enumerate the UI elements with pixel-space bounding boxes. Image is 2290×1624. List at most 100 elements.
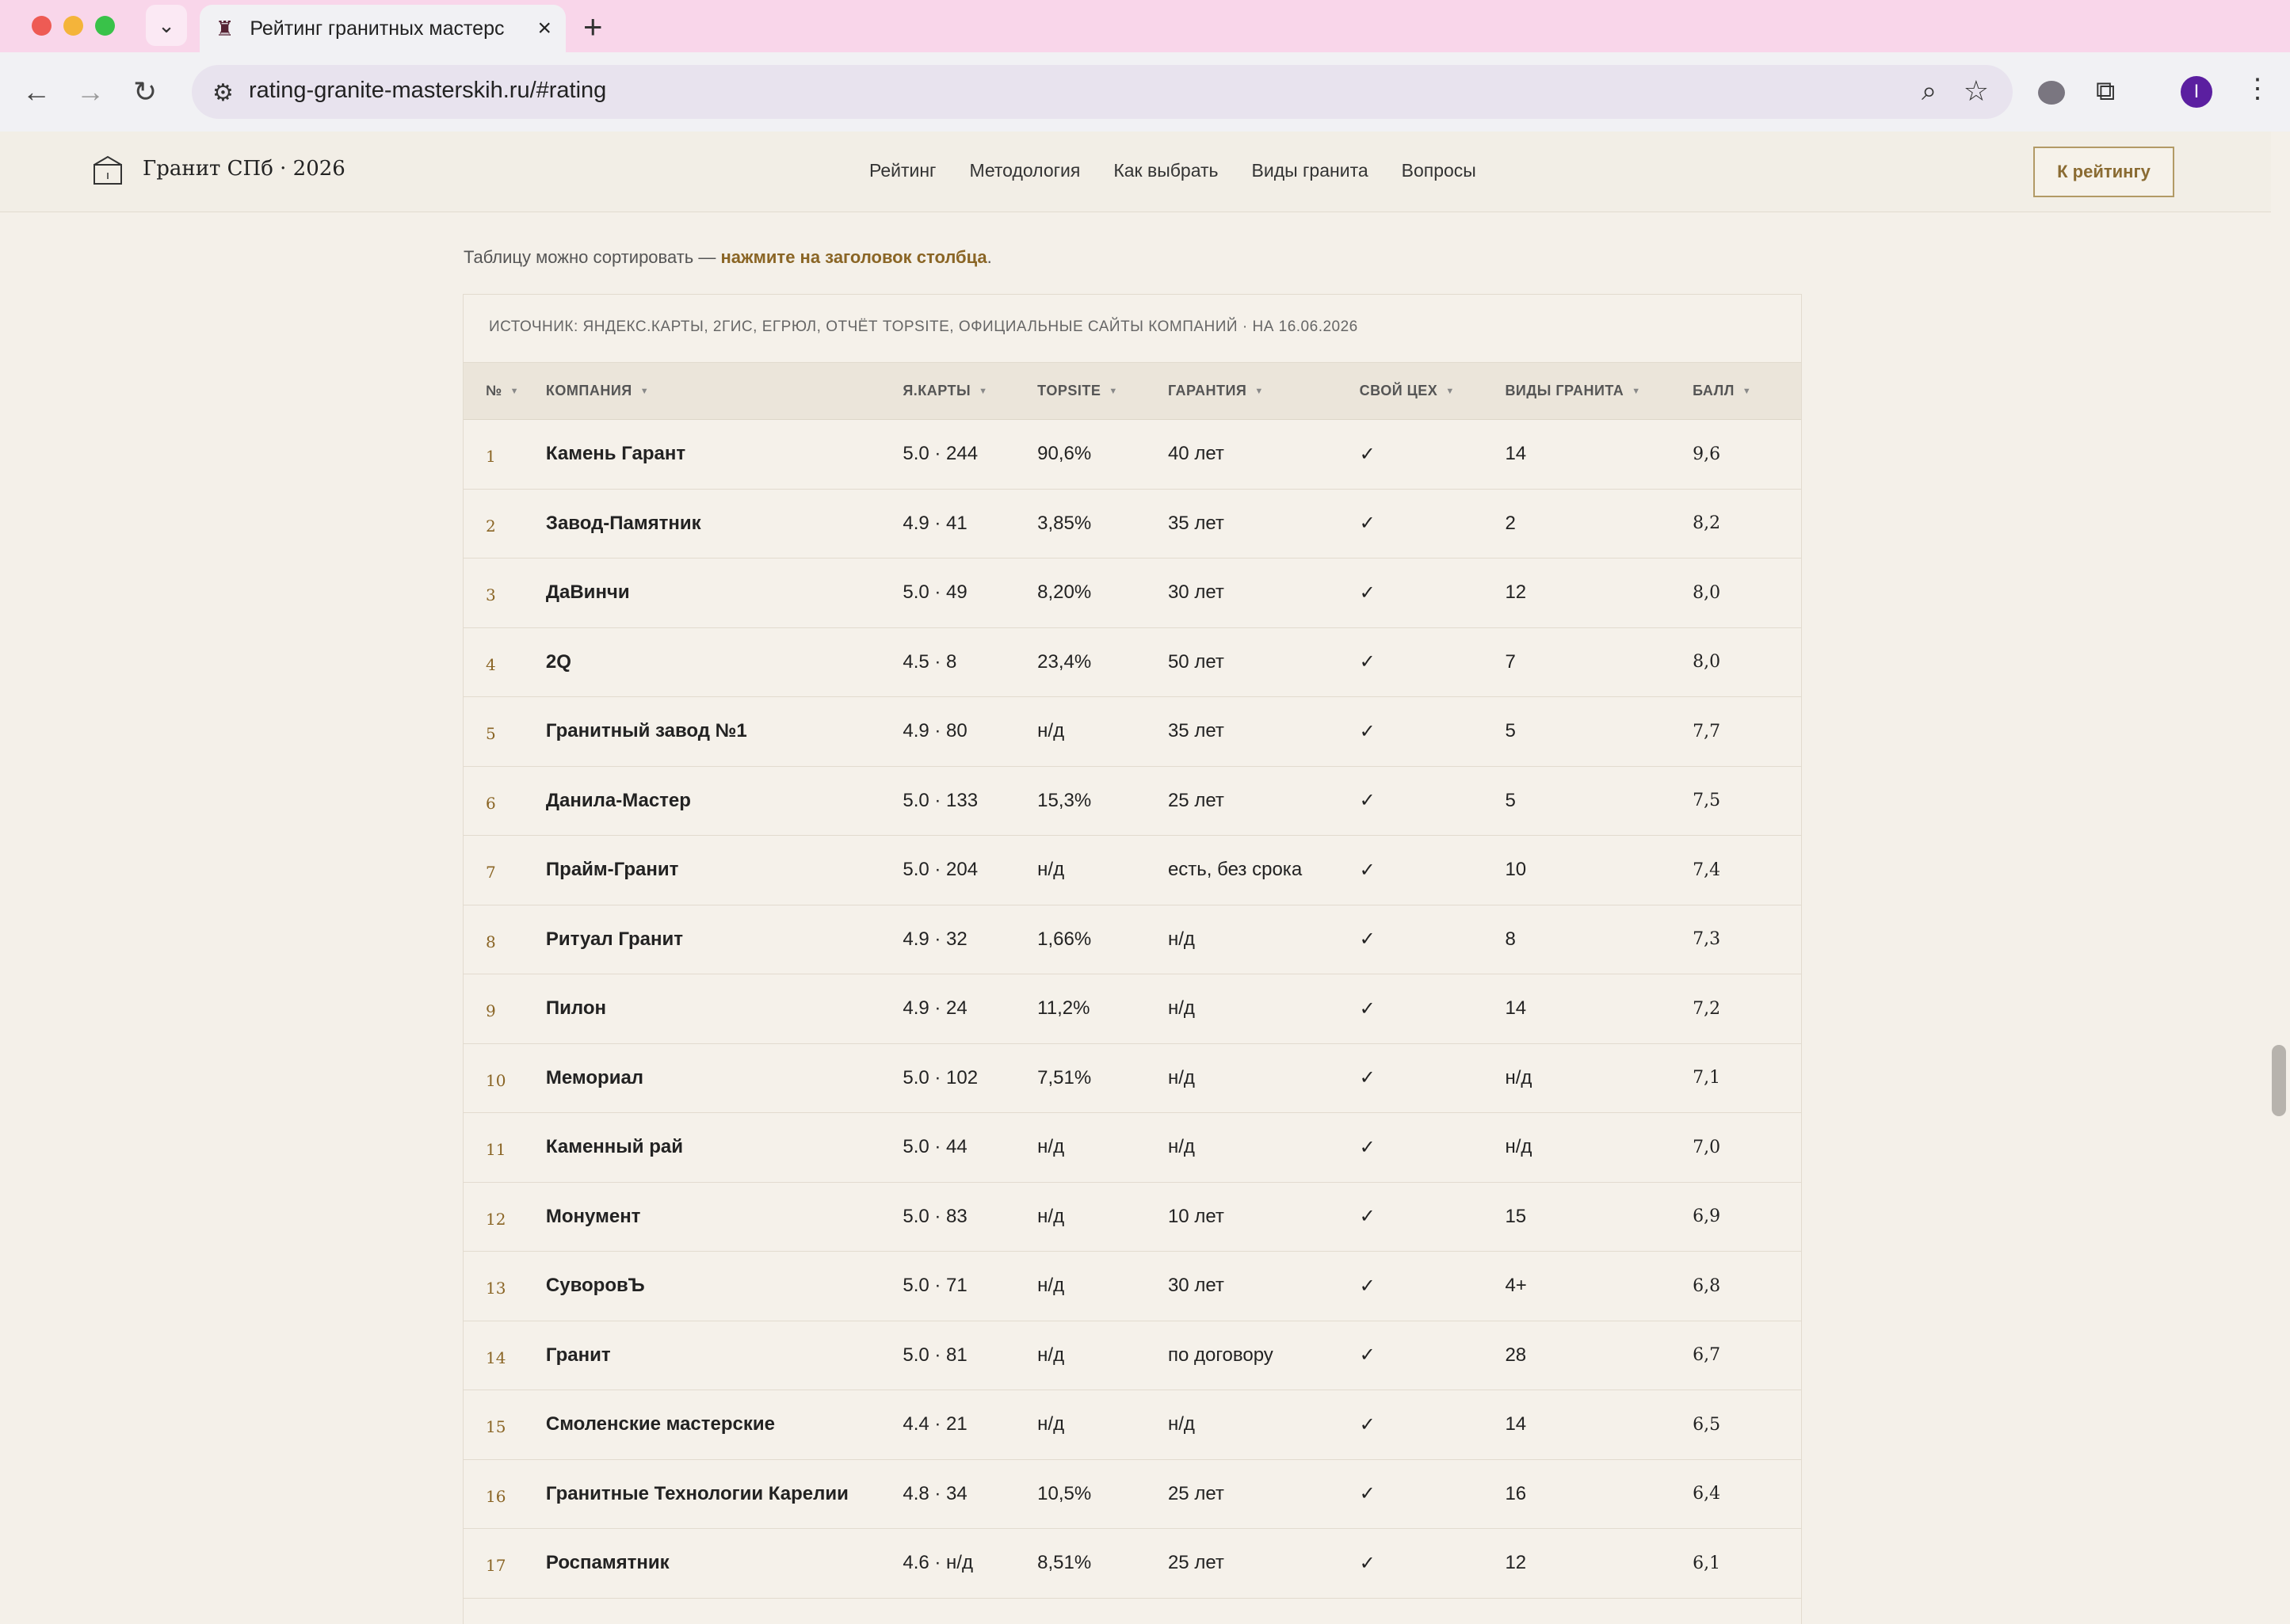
col-header-score[interactable]: БАЛЛ ▼	[1693, 383, 1801, 399]
row-number: 8	[486, 932, 496, 951]
tab-close-icon[interactable]: ×	[537, 15, 552, 42]
warranty: н/д	[1167, 1066, 1195, 1088]
browser-tab[interactable]: ♜ Рейтинг гранитных мастерс ×	[200, 5, 566, 52]
sort-arrow-icon: ▼	[1254, 386, 1264, 396]
table-row: 14 Гранит 5.0 · 81 н/д по договору ✓ 28 6,7	[464, 1321, 1801, 1390]
scrollbar-thumb[interactable]	[2272, 1045, 2286, 1116]
ymaps-rating: 5.0 · 102	[903, 1066, 979, 1088]
topsite-share: н/д	[1037, 1275, 1065, 1297]
sort-arrow-icon: ▼	[1445, 386, 1455, 396]
warranty: 35 лет	[1167, 512, 1224, 534]
bookmark-star-icon[interactable]: ☆	[1964, 74, 1989, 108]
row-number: 7	[486, 863, 496, 883]
warranty: н/д	[1167, 1136, 1195, 1158]
logo-icon[interactable]	[91, 154, 124, 187]
nav-item-rating[interactable]: Рейтинг	[869, 160, 936, 181]
back-arrow-icon[interactable]: ←	[22, 78, 51, 106]
site-logo-text[interactable]: Гранит СПб · 2026	[143, 157, 345, 181]
table-row: 2 Завод-Памятник 4.9 · 41 3,85% 35 лет ✓ 2 8,2	[464, 490, 1801, 558]
score: 8,0	[1693, 582, 1721, 603]
table-row: 1 Камень Гарант 5.0 · 244 90,6% 40 лет ✓ 14 9,6	[464, 420, 1801, 490]
company-name: Ритуал Гранит	[545, 928, 684, 950]
col-header-topsite[interactable]: TOPSITE ▼	[1037, 383, 1168, 399]
window-maximize-button[interactable]	[95, 16, 115, 36]
topsite-share: 3,85%	[1037, 512, 1092, 534]
col-header-workshop[interactable]: СВОЙ ЦЕХ ▼	[1360, 383, 1506, 399]
col-header-granite-types[interactable]: ВИДЫ ГРАНИТА ▼	[1505, 383, 1693, 399]
page-scrollbar[interactable]	[2271, 132, 2290, 1624]
warranty: 25 лет	[1167, 1552, 1224, 1574]
reload-icon[interactable]: ↻	[133, 78, 157, 106]
profile-avatar[interactable]: I	[2181, 76, 2212, 108]
sort-arrow-icon: ▼	[510, 386, 519, 396]
row-number: 4	[486, 654, 496, 674]
own-workshop-check: ✓	[1359, 997, 1376, 1020]
to-rating-button[interactable]: К рейтингу	[2033, 147, 2174, 197]
granite-types-count: 7	[1505, 650, 1516, 673]
nav-item-methodology[interactable]: Методология	[969, 160, 1080, 181]
own-workshop-check: ✓	[1359, 1413, 1376, 1435]
sort-arrow-icon: ▼	[1742, 386, 1752, 396]
score: 9,6	[1693, 444, 1721, 464]
col-header-granite-types-label: ВИДЫ ГРАНИТА	[1505, 383, 1624, 398]
zoom-icon[interactable]: ⌕	[1922, 76, 1937, 107]
nav-item-granite-types[interactable]: Виды гранита	[1252, 160, 1368, 181]
score: 7,5	[1693, 791, 1721, 811]
company-name: СуворовЪ	[545, 1275, 645, 1297]
warranty: по договору	[1167, 1344, 1273, 1366]
topsite-share: 8,20%	[1037, 581, 1092, 604]
nav-item-faq[interactable]: Вопросы	[1402, 160, 1476, 181]
granite-types-count: 12	[1505, 581, 1527, 604]
topsite-share: 10,5%	[1037, 1482, 1092, 1504]
sort-arrow-icon: ▼	[1632, 386, 1641, 396]
ymaps-rating: 4.9 · 32	[903, 928, 968, 950]
warranty: 30 лет	[1167, 1275, 1224, 1297]
extension-icon[interactable]	[2038, 81, 2065, 105]
nav-item-how-to-choose[interactable]: Как выбрать	[1113, 160, 1218, 181]
ymaps-rating: 4.5 · 8	[903, 650, 957, 673]
ymaps-rating: 4.9 · 41	[903, 512, 968, 534]
browser-menu-icon[interactable]: ⋮	[2244, 73, 2271, 105]
url-text[interactable]: rating-granite-masterskih.ru/#rating	[249, 78, 606, 104]
score: 7,4	[1693, 860, 1721, 880]
site-settings-icon[interactable]: ⚙	[212, 79, 234, 107]
tab-search-button[interactable]: ⌄	[146, 5, 187, 46]
col-header-warranty[interactable]: ГАРАНТИЯ ▼	[1168, 383, 1360, 399]
own-workshop-check: ✓	[1359, 1275, 1376, 1297]
score: 6,9	[1693, 1207, 1721, 1227]
sort-arrow-icon: ▼	[639, 386, 650, 396]
new-tab-button[interactable]: +	[583, 8, 603, 46]
col-header-number[interactable]: № ▼	[464, 383, 546, 399]
forward-arrow-icon[interactable]: →	[76, 78, 105, 106]
table-row: 13 СуворовЪ 5.0 · 71 н/д 30 лет ✓ 4+ 6,8	[464, 1252, 1801, 1321]
table-row: 17 Роспамятник 4.6 · н/д 8,51% 25 лет ✓ 12 6,1	[464, 1529, 1801, 1599]
own-workshop-check: ✓	[1359, 1136, 1376, 1158]
col-header-ymaps[interactable]: Я.КАРТЫ ▼	[903, 383, 1037, 399]
score: 7,0	[1693, 1137, 1721, 1157]
company-name: ДаВинчи	[545, 581, 630, 604]
company-name: Смоленские мастерские	[545, 1413, 775, 1435]
warranty: 35 лет	[1167, 720, 1224, 742]
window-minimize-button[interactable]	[63, 16, 83, 36]
extensions-puzzle-icon[interactable]: ⧉	[2096, 76, 2115, 107]
col-header-workshop-label: СВОЙ ЦЕХ	[1359, 383, 1438, 398]
row-number: 15	[486, 1417, 506, 1437]
col-header-company[interactable]: КОМПАНИЯ ▼	[546, 383, 903, 399]
ymaps-rating: 5.0 · 83	[903, 1205, 968, 1227]
own-workshop-check: ✓	[1359, 1344, 1376, 1367]
ymaps-rating: 5.0 · 81	[903, 1344, 968, 1366]
sort-hint: Таблицу можно сортировать — нажмите на з…	[464, 247, 992, 268]
table-row: 15 Смоленские мастерские 4.4 · 21 н/д н/д ✓ 14…	[464, 1390, 1801, 1460]
topsite-share: 15,3%	[1037, 789, 1092, 811]
granite-types-count: н/д	[1505, 1136, 1532, 1158]
window-close-button[interactable]	[32, 16, 52, 36]
row-number: 3	[486, 585, 496, 605]
row-number: 1	[486, 447, 496, 467]
row-number: 6	[486, 793, 496, 813]
row-number: 9	[486, 1001, 496, 1021]
score: 6,1	[1693, 1553, 1721, 1573]
address-bar[interactable]: ⚙ rating-granite-masterskih.ru/#rating ⌕…	[192, 65, 2013, 119]
company-name: Роспамятник	[545, 1552, 670, 1574]
main-nav: Рейтинг Методология Как выбрать Виды гра…	[869, 160, 1476, 181]
warranty: 10 лет	[1167, 1205, 1224, 1227]
